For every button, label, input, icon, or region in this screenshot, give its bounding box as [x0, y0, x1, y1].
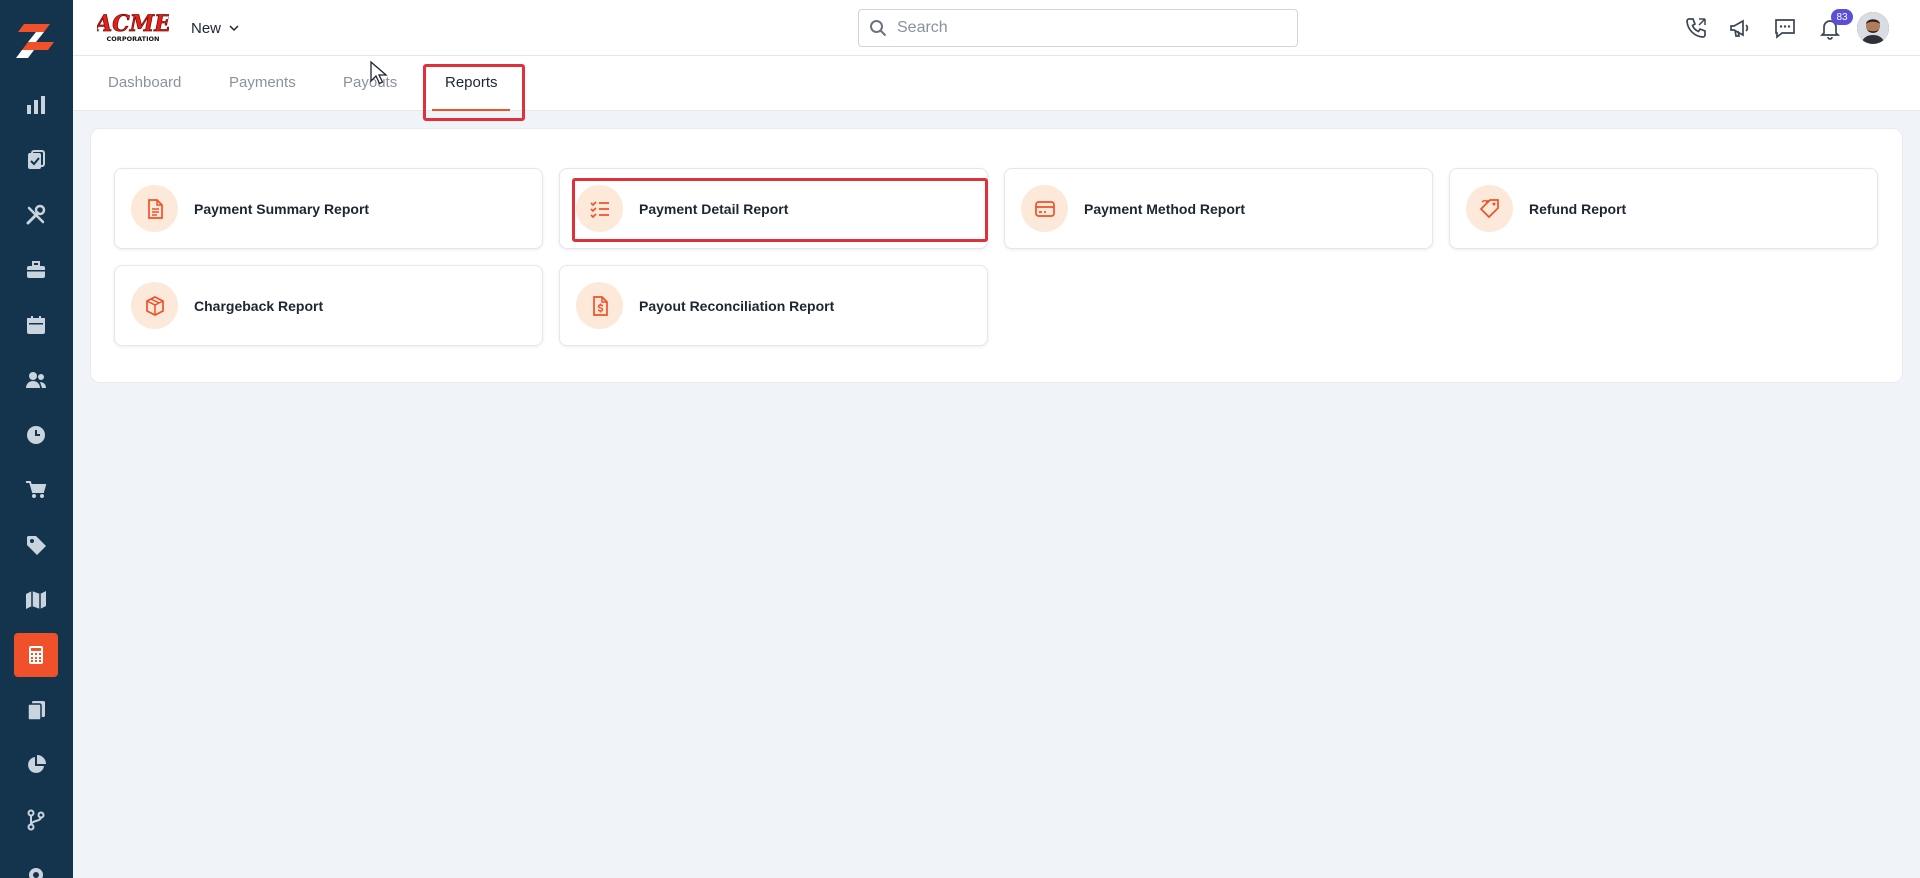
- sidebar-item-documents[interactable]: [14, 688, 58, 732]
- map-icon: [26, 591, 46, 609]
- search-box[interactable]: [858, 9, 1298, 47]
- calculator-icon: [29, 646, 43, 664]
- report-card-payment-detail[interactable]: Payment Detail Report: [559, 168, 988, 249]
- sidebar-item-timesheets[interactable]: [14, 413, 58, 457]
- settings-icon: [29, 868, 43, 878]
- report-card-payout-reconciliation[interactable]: Payout Reconciliation Report: [559, 265, 988, 346]
- sidebar-item-customers[interactable]: [14, 358, 58, 402]
- megaphone-icon: [1730, 19, 1749, 37]
- top-bar: ACME CORPORATION New 83: [73, 0, 1920, 56]
- user-photo-icon: [1857, 12, 1889, 44]
- notification-count-badge: 83: [1831, 9, 1853, 25]
- git-branch-icon: [27, 809, 45, 831]
- tab-reports[interactable]: Reports: [445, 74, 498, 91]
- search-input[interactable]: [897, 19, 1277, 37]
- phone-icon: [1686, 18, 1706, 38]
- report-label: Payment Summary Report: [194, 200, 370, 217]
- chevron-down-icon: [229, 25, 239, 32]
- report-card-refund[interactable]: Refund Report: [1449, 168, 1878, 249]
- tab-dashboard[interactable]: Dashboard: [108, 74, 181, 91]
- chat-icon: [1775, 19, 1795, 39]
- company-logo[interactable]: ACME CORPORATION: [93, 9, 173, 43]
- notifications-button[interactable]: 83: [1815, 9, 1853, 43]
- messages-button[interactable]: [1770, 13, 1800, 43]
- announcements-button[interactable]: [1725, 13, 1755, 43]
- sidebar-item-tools[interactable]: [14, 193, 58, 237]
- calendar-icon: [27, 316, 45, 334]
- cart-icon: [26, 481, 47, 498]
- app-logo-icon[interactable]: [14, 18, 58, 62]
- report-icon-wrapper: [131, 282, 178, 329]
- sidebar-item-store[interactable]: [14, 468, 58, 512]
- sidebar-item-analytics[interactable]: [14, 83, 58, 127]
- tab-payments[interactable]: Payments: [229, 74, 296, 91]
- sidebar-item-workflows[interactable]: [14, 798, 58, 842]
- report-card-chargeback[interactable]: Chargeback Report: [114, 265, 543, 346]
- report-icon-wrapper: [576, 282, 623, 329]
- sidebar-item-map[interactable]: [14, 578, 58, 622]
- sidebar-item-pricebook[interactable]: [14, 523, 58, 567]
- briefcase-icon: [27, 261, 45, 278]
- user-avatar[interactable]: [1857, 12, 1889, 44]
- clipboard-icon: [28, 150, 45, 169]
- box-icon: [145, 295, 164, 316]
- mouse-cursor-icon: [370, 60, 388, 85]
- clock-icon: [27, 426, 45, 444]
- report-label: Payment Detail Report: [639, 200, 789, 217]
- active-tab-indicator: [432, 109, 510, 111]
- sidebar: [0, 0, 73, 878]
- tab-bar: Dashboard Payments Payouts Reports: [73, 56, 1920, 111]
- sidebar-item-tasks[interactable]: [14, 138, 58, 182]
- sidebar-item-settings[interactable]: [14, 853, 58, 878]
- list-check-icon: [589, 200, 609, 218]
- sidebar-item-accounting[interactable]: [14, 633, 58, 677]
- report-card-payment-method[interactable]: Payment Method Report: [1004, 168, 1433, 249]
- report-card-payment-summary[interactable]: Payment Summary Report: [114, 168, 543, 249]
- report-icon-wrapper: [1021, 185, 1068, 232]
- report-icon-wrapper: [576, 185, 623, 232]
- new-button-label: New: [191, 19, 222, 37]
- tag-icon: [27, 536, 46, 555]
- report-label: Payment Method Report: [1084, 200, 1246, 217]
- credit-card-icon: [1034, 200, 1055, 217]
- report-label: Payout Reconciliation Report: [639, 297, 835, 314]
- documents-icon: [27, 701, 45, 721]
- file-text-icon: [147, 198, 163, 219]
- phone-button[interactable]: [1681, 13, 1711, 43]
- report-label: Refund Report: [1529, 200, 1627, 217]
- users-icon: [26, 372, 46, 388]
- report-icon-wrapper: [131, 185, 178, 232]
- search-icon: [870, 20, 887, 37]
- tools-icon: [26, 204, 46, 225]
- svg-text:CORPORATION: CORPORATION: [107, 35, 160, 43]
- file-dollar-icon: [592, 295, 608, 316]
- new-dropdown-button[interactable]: New: [191, 17, 239, 39]
- bar-chart-icon: [27, 96, 45, 114]
- sidebar-item-reports[interactable]: [14, 743, 58, 787]
- tag-refund-icon: [1479, 198, 1499, 218]
- sidebar-item-calendar[interactable]: [14, 303, 58, 347]
- reports-panel: Payment Summary Report Payment Detail Re…: [90, 128, 1903, 383]
- svg-text:ACME: ACME: [97, 11, 169, 37]
- pie-chart-icon: [28, 755, 46, 773]
- report-label: Chargeback Report: [194, 297, 324, 314]
- report-icon-wrapper: [1466, 185, 1513, 232]
- sidebar-item-jobs[interactable]: [14, 248, 58, 292]
